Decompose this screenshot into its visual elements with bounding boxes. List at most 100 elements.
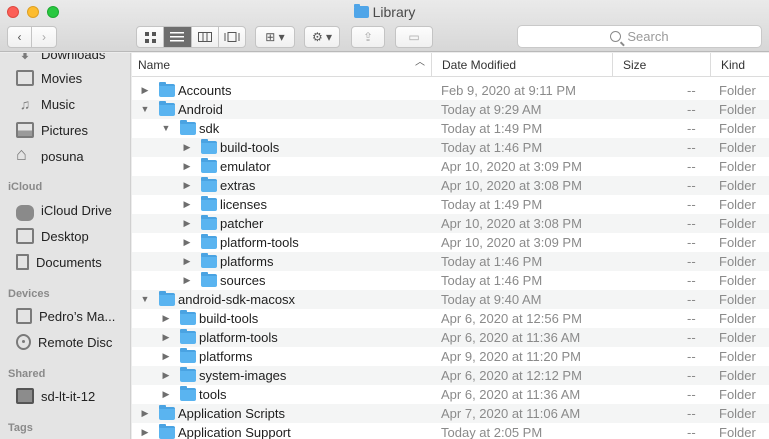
disclosure-collapsed-icon[interactable]: ▶: [161, 331, 171, 344]
disclosure-expanded-icon[interactable]: ▼: [140, 103, 150, 116]
disclosure-collapsed-icon[interactable]: ▶: [182, 255, 192, 268]
disclosure-expanded-icon[interactable]: ▼: [140, 293, 150, 306]
forward-button[interactable]: ›: [31, 26, 57, 48]
table-row[interactable]: ▶ extras Apr 10, 2020 at 3:08 PM -- Folder: [132, 176, 769, 195]
share-button[interactable]: ⇪: [351, 26, 385, 48]
search-field[interactable]: Search: [517, 25, 762, 48]
table-row[interactable]: ▼ Android Today at 9:29 AM -- Folder: [132, 100, 769, 119]
group-by-button[interactable]: ⊞ ▾: [255, 26, 295, 48]
tags-button[interactable]: ▭: [395, 26, 433, 48]
folder-icon: [201, 253, 217, 268]
table-row[interactable]: ▶ platform-tools Apr 6, 2020 at 11:36 AM --…: [132, 328, 769, 347]
disclosure-collapsed-icon[interactable]: ▶: [140, 426, 150, 439]
table-row[interactable]: ▶ system-images Apr 6, 2020 at 12:12 PM -- F…: [132, 366, 769, 385]
folder-icon: [159, 424, 175, 439]
date-modified: Feb 9, 2020 at 9:11 PM: [441, 83, 576, 98]
sidebar-item-mac[interactable]: Pedro’s Ma...: [16, 306, 115, 326]
disclosure-collapsed-icon[interactable]: ▶: [161, 312, 171, 325]
sidebar-item-shared-computer[interactable]: sd-lt-it-12: [16, 386, 95, 406]
table-row[interactable]: ▶ Application Support Today at 2:05 PM -- Fo…: [132, 423, 769, 439]
sidebar-item-desktop[interactable]: Desktop: [16, 226, 89, 246]
disclosure-expanded-icon[interactable]: ▼: [161, 122, 171, 135]
disclosure-collapsed-icon[interactable]: ▶: [182, 217, 192, 230]
disclosure-collapsed-icon[interactable]: ▶: [182, 198, 192, 211]
table-row[interactable]: ▶ patcher Apr 10, 2020 at 3:08 PM -- Folder: [132, 214, 769, 233]
table-row[interactable]: ▼ sdk Today at 1:49 PM -- Folder: [132, 119, 769, 138]
file-kind: Folder: [719, 102, 756, 117]
date-modified: Today at 1:46 PM: [441, 273, 543, 288]
sidebar-item-label: Pictures: [41, 122, 88, 138]
sidebar-item-music[interactable]: ♫ Music: [16, 94, 75, 114]
folder-icon: [201, 215, 217, 230]
column-header-name-label: Name: [138, 58, 171, 72]
file-size: --: [687, 235, 696, 250]
file-kind: Folder: [719, 368, 756, 383]
sidebar-item-pictures[interactable]: Pictures: [16, 120, 88, 140]
file-size: --: [687, 178, 696, 193]
sidebar-item-movies[interactable]: Movies: [16, 68, 82, 88]
share-icon: ⇪: [362, 30, 374, 44]
house-icon: [16, 146, 34, 164]
file-kind: Folder: [719, 425, 756, 439]
table-row[interactable]: ▶ Accounts Feb 9, 2020 at 9:11 PM -- Folder: [132, 81, 769, 100]
table-row[interactable]: ▶ build-tools Today at 1:46 PM -- Folder: [132, 138, 769, 157]
folder-icon: [159, 291, 175, 306]
disclosure-collapsed-icon[interactable]: ▶: [182, 160, 192, 173]
table-row[interactable]: ▶ build-tools Apr 6, 2020 at 12:56 PM -- Fol…: [132, 309, 769, 328]
sidebar-item-home[interactable]: posuna: [16, 146, 84, 166]
date-modified: Apr 7, 2020 at 11:06 AM: [441, 406, 581, 421]
sidebar-item-label: Movies: [41, 70, 83, 86]
table-row[interactable]: ▶ platforms Apr 9, 2020 at 11:20 PM -- Folde…: [132, 347, 769, 366]
sidebar-item-icloud-drive[interactable]: iCloud Drive: [16, 200, 112, 221]
folder-icon: [201, 196, 217, 211]
film-icon: [16, 70, 34, 86]
file-kind: Folder: [719, 254, 756, 269]
table-row[interactable]: ▶ licenses Today at 1:49 PM -- Folder: [132, 195, 769, 214]
table-row[interactable]: ▶ platform-tools Apr 10, 2020 at 3:09 PM --…: [132, 233, 769, 252]
table-row[interactable]: ▶ Application Scripts Apr 7, 2020 at 11:06…: [132, 404, 769, 423]
table-row[interactable]: ▶ emulator Apr 10, 2020 at 3:09 PM -- Folder: [132, 157, 769, 176]
column-header-row: Name ︿ Date Modified Size Kind: [132, 53, 769, 77]
date-modified: Apr 6, 2020 at 12:12 PM: [441, 368, 582, 383]
table-row[interactable]: ▶ platforms Today at 1:46 PM -- Folder: [132, 252, 769, 271]
file-size: --: [687, 292, 696, 307]
back-button[interactable]: ‹: [7, 26, 32, 48]
column-view-icon[interactable]: [192, 27, 219, 47]
file-size: --: [687, 121, 696, 136]
date-modified: Today at 1:49 PM: [441, 121, 543, 136]
disclosure-collapsed-icon[interactable]: ▶: [182, 274, 192, 287]
column-header-name[interactable]: Name: [132, 53, 432, 77]
gallery-view-icon[interactable]: [219, 27, 245, 47]
disclosure-collapsed-icon[interactable]: ▶: [161, 369, 171, 382]
file-size: --: [687, 159, 696, 174]
column-header-date-modified[interactable]: Date Modified: [432, 53, 613, 77]
icon-view-icon[interactable]: [137, 27, 165, 47]
table-row[interactable]: ▶ sources Today at 1:46 PM -- Folder: [132, 271, 769, 290]
disclosure-collapsed-icon[interactable]: ▶: [140, 407, 150, 420]
sidebar-item-downloads[interactable]: ⬇ Downloads: [16, 53, 105, 64]
disclosure-collapsed-icon[interactable]: ▶: [182, 141, 192, 154]
list-view-icon[interactable]: [164, 27, 192, 47]
column-header-size[interactable]: Size: [613, 53, 711, 77]
file-size: --: [687, 311, 696, 326]
action-menu-button[interactable]: ⚙ ▾: [304, 26, 340, 48]
view-mode-segmented-control[interactable]: [136, 26, 246, 48]
file-name: licenses: [220, 197, 267, 212]
disclosure-collapsed-icon[interactable]: ▶: [140, 84, 150, 97]
window-title-text: Library: [372, 4, 416, 20]
file-kind: Folder: [719, 406, 756, 421]
table-row[interactable]: ▶ tools Apr 6, 2020 at 11:36 AM -- Folder: [132, 385, 769, 404]
disclosure-collapsed-icon[interactable]: ▶: [182, 179, 192, 192]
disclosure-collapsed-icon[interactable]: ▶: [182, 236, 192, 249]
sidebar-heading-shared: Shared: [8, 368, 46, 380]
disclosure-collapsed-icon[interactable]: ▶: [161, 388, 171, 401]
table-row[interactable]: ▼ android-sdk-macosx Today at 9:40 AM -- Fol…: [132, 290, 769, 309]
column-header-kind[interactable]: Kind: [711, 53, 769, 77]
sidebar-item-remote-disc[interactable]: Remote Disc: [16, 332, 112, 352]
date-modified: Today at 9:29 AM: [441, 102, 542, 117]
file-name: tools: [199, 387, 227, 402]
file-name: system-images: [199, 368, 287, 383]
sidebar-item-documents[interactable]: Documents: [16, 252, 102, 272]
disclosure-collapsed-icon[interactable]: ▶: [161, 350, 171, 363]
column-header-size-label: Size: [623, 58, 647, 72]
